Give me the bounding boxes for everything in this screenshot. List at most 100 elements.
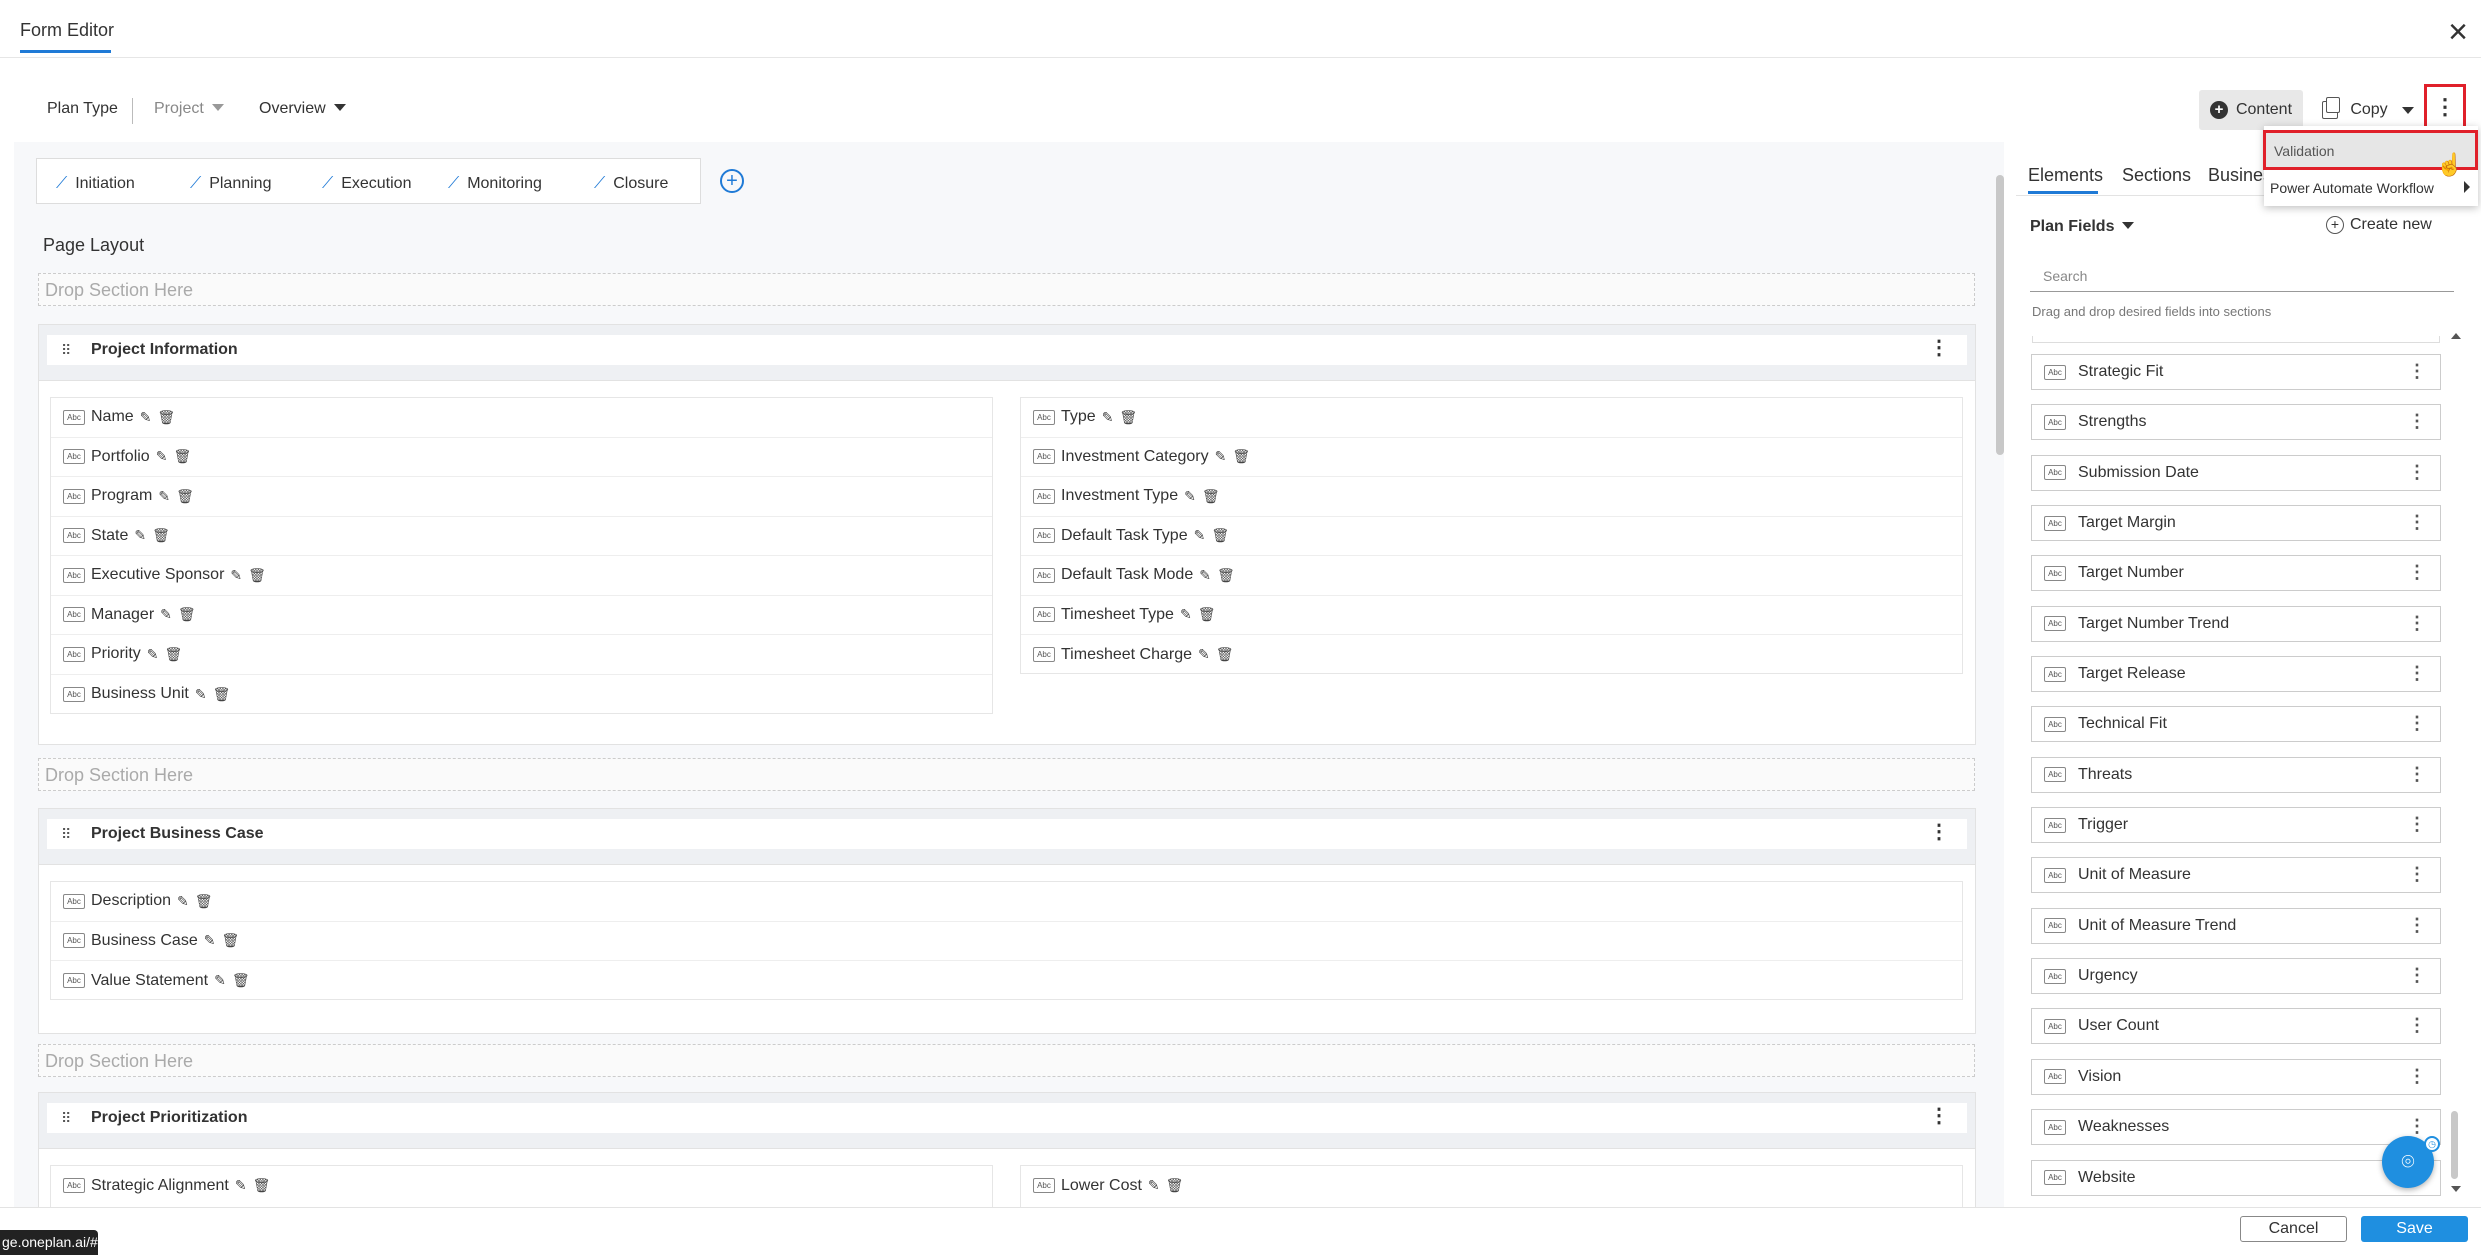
add-phase-icon[interactable]: + — [720, 169, 744, 193]
delete-icon[interactable]: 🗑 — [1202, 488, 1220, 505]
scroll-up-icon[interactable] — [2451, 333, 2461, 339]
delete-icon[interactable]: 🗑 — [1216, 646, 1234, 663]
element-list-item[interactable]: Abc Trigger ⋮ — [2031, 807, 2441, 844]
edit-icon[interactable]: ✎ — [195, 686, 207, 703]
delete-icon[interactable]: 🗑 — [165, 646, 183, 663]
canvas-scrollbar[interactable] — [1996, 175, 2004, 455]
edit-icon[interactable]: ✎ — [1215, 448, 1227, 465]
content-button[interactable]: + Content — [2199, 90, 2303, 130]
field-row[interactable]: Abc Description ✎ 🗑 — [51, 882, 1962, 922]
delete-icon[interactable]: 🗑 — [1198, 606, 1216, 623]
edit-icon[interactable]: ✎ — [1199, 567, 1211, 584]
edit-icon[interactable]: ✎ — [177, 893, 189, 910]
element-list-item[interactable]: Abc Submission Date ⋮ — [2031, 454, 2441, 491]
element-list-item[interactable]: Abc Vision ⋮ — [2031, 1058, 2441, 1095]
field-row[interactable]: Abc Name ✎ 🗑 — [51, 398, 992, 438]
element-list-item[interactable]: Abc Unit of Measure Trend ⋮ — [2031, 907, 2441, 944]
element-list-item[interactable]: Abc Urgency ⋮ — [2031, 958, 2441, 995]
section-project-prioritization[interactable]: ⠿ Project Prioritization ⋮ Abc Strategic … — [38, 1092, 1976, 1208]
phase-tab-closure[interactable]: ⟋ Closure — [594, 175, 668, 193]
drop-section-zone[interactable]: Drop Section Here — [38, 273, 1975, 306]
copy-button[interactable]: Copy — [2318, 90, 2418, 130]
drag-handle-icon[interactable]: ⠿ — [61, 1110, 81, 1127]
element-list-item[interactable]: Abc Target Margin ⋮ — [2031, 505, 2441, 542]
section-project-business-case[interactable]: ⠿ Project Business Case ⋮ Abc Description… — [38, 808, 1976, 1034]
element-menu-icon[interactable]: ⋮ — [2408, 411, 2426, 432]
search-input[interactable]: Search — [2030, 262, 2454, 292]
field-row[interactable]: Abc Strategic Alignment ✎ 🗑 — [51, 1166, 992, 1206]
delete-icon[interactable]: 🗑 — [253, 1177, 271, 1194]
tab-sections[interactable]: Sections — [2122, 165, 2191, 186]
element-menu-icon[interactable]: ⋮ — [2408, 663, 2426, 684]
edit-icon[interactable]: ✎ — [147, 646, 159, 663]
field-row[interactable]: Abc Manager ✎ 🗑 — [51, 596, 992, 635]
create-new-button[interactable]: + Create new — [2326, 216, 2432, 234]
element-menu-icon[interactable]: ⋮ — [2408, 361, 2426, 382]
edit-icon[interactable]: ✎ — [204, 932, 216, 949]
delete-icon[interactable]: 🗑 — [232, 972, 250, 989]
edit-icon[interactable]: ✎ — [1148, 1177, 1160, 1194]
edit-icon[interactable]: ✎ — [134, 527, 146, 544]
field-row[interactable]: Abc Executive Sponsor ✎ 🗑 — [51, 556, 992, 596]
field-row[interactable]: Abc Default Task Type ✎ 🗑 — [1021, 517, 1962, 556]
field-row[interactable]: Abc Priority ✎ 🗑 — [51, 635, 992, 675]
field-row[interactable]: Abc Default Task Mode ✎ 🗑 — [1021, 556, 1962, 596]
menu-item-power-automate-workflow[interactable]: Power Automate Workflow — [2270, 180, 2475, 200]
delete-icon[interactable]: 🗑 — [1166, 1177, 1184, 1194]
section-menu-icon[interactable]: ⋮ — [1929, 1103, 1949, 1128]
element-list-item[interactable]: Abc Unit of Measure ⋮ — [2031, 857, 2441, 894]
delete-icon[interactable]: 🗑 — [221, 932, 239, 949]
field-row[interactable]: Abc Value Statement ✎ 🗑 — [51, 961, 1962, 1001]
more-options-button[interactable]: ⋮ — [2424, 84, 2466, 130]
edit-icon[interactable]: ✎ — [235, 1177, 247, 1194]
element-list-item[interactable]: Abc Strengths ⋮ — [2031, 404, 2441, 441]
element-menu-icon[interactable]: ⋮ — [2408, 613, 2426, 634]
delete-icon[interactable]: 🗑 — [157, 409, 175, 426]
field-row[interactable]: Abc Timesheet Type ✎ 🗑 — [1021, 596, 1962, 635]
element-menu-icon[interactable]: ⋮ — [2408, 764, 2426, 785]
save-button[interactable]: Save — [2361, 1216, 2468, 1242]
element-list-item[interactable]: Abc User Count ⋮ — [2031, 1008, 2441, 1045]
edit-icon[interactable]: ✎ — [230, 567, 242, 584]
section-menu-icon[interactable]: ⋮ — [1929, 819, 1949, 844]
element-menu-icon[interactable]: ⋮ — [2408, 864, 2426, 885]
field-row[interactable]: Abc Investment Category ✎ 🗑 — [1021, 438, 1962, 477]
field-row[interactable]: Abc Investment Type ✎ 🗑 — [1021, 477, 1962, 517]
element-menu-icon[interactable]: ⋮ — [2408, 1066, 2426, 1087]
delete-icon[interactable]: 🗑 — [1232, 448, 1250, 465]
delete-icon[interactable]: 🗑 — [1119, 409, 1137, 426]
element-list-item[interactable]: Abc Technical Fit ⋮ — [2031, 706, 2441, 743]
phase-tab-execution[interactable]: ⟋ Execution — [322, 175, 411, 193]
phase-tab-monitoring[interactable]: ⟋ Monitoring — [448, 175, 542, 193]
element-menu-icon[interactable]: ⋮ — [2408, 915, 2426, 936]
drop-section-zone[interactable]: Drop Section Here — [38, 758, 1975, 791]
element-list-item[interactable]: Abc Target Number Trend ⋮ — [2031, 605, 2441, 642]
field-row[interactable]: Abc Timesheet Charge ✎ 🗑 — [1021, 635, 1962, 675]
edit-icon[interactable]: ✎ — [1198, 646, 1210, 663]
window-title[interactable]: Form Editor — [20, 20, 114, 41]
delete-icon[interactable]: 🗑 — [1211, 527, 1229, 544]
delete-icon[interactable]: 🗑 — [178, 606, 196, 623]
field-row[interactable]: Abc Portfolio ✎ 🗑 — [51, 438, 992, 477]
scroll-down-icon[interactable] — [2451, 1186, 2461, 1192]
overview-dropdown[interactable]: Overview — [259, 100, 346, 118]
drag-handle-icon[interactable]: ⠿ — [61, 826, 81, 843]
delete-icon[interactable]: 🗑 — [248, 567, 266, 584]
field-row[interactable]: Abc Business Unit ✎ 🗑 — [51, 675, 992, 715]
edit-icon[interactable]: ✎ — [1184, 488, 1196, 505]
edit-icon[interactable]: ✎ — [1194, 527, 1206, 544]
element-list-scrollbar[interactable] — [2451, 1111, 2458, 1179]
edit-icon[interactable]: ✎ — [158, 488, 170, 505]
edit-icon[interactable]: ✎ — [140, 409, 152, 426]
edit-icon[interactable]: ✎ — [156, 448, 168, 465]
field-row[interactable]: Abc Type ✎ 🗑 — [1021, 398, 1962, 438]
plan-fields-dropdown[interactable]: Plan Fields — [2030, 218, 2135, 236]
delete-icon[interactable]: 🗑 — [213, 686, 231, 703]
element-menu-icon[interactable]: ⋮ — [2408, 562, 2426, 583]
delete-icon[interactable]: 🗑 — [1217, 567, 1235, 584]
delete-icon[interactable]: 🗑 — [176, 488, 194, 505]
edit-icon[interactable]: ✎ — [214, 972, 226, 989]
plan-type-label[interactable]: Plan Type — [47, 100, 118, 118]
element-menu-icon[interactable]: ⋮ — [2408, 1116, 2426, 1137]
edit-icon[interactable]: ✎ — [160, 606, 172, 623]
